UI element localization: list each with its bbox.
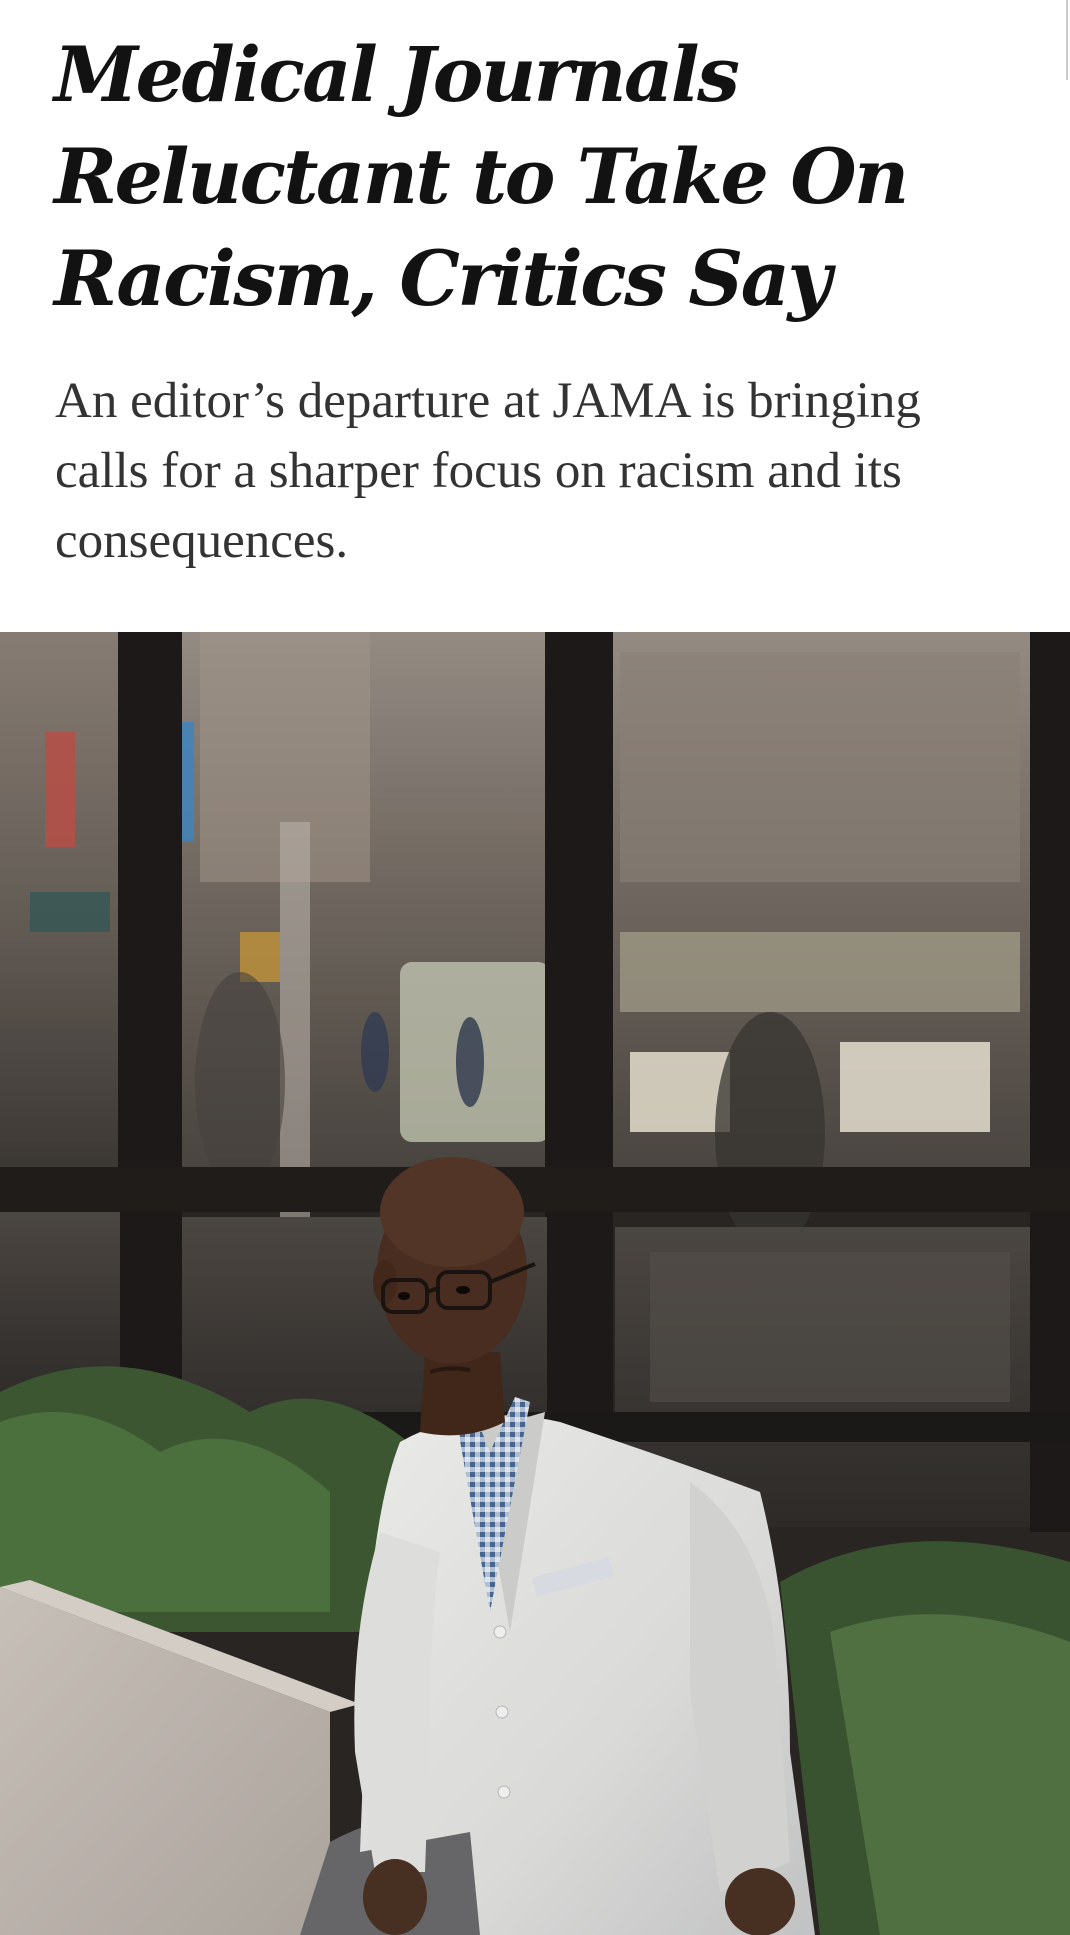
article-header: Medical Journals Reluctant to Take On Ra…	[0, 0, 1070, 632]
article-headline: Medical Journals Reluctant to Take On Ra…	[54, 30, 909, 323]
article-summary: An editor’s departure at JAMA is bringin…	[55, 373, 921, 569]
lead-photo[interactable]	[0, 632, 1070, 1935]
scroll-indicator	[1066, 0, 1068, 80]
lead-photo-image	[0, 632, 1070, 1935]
